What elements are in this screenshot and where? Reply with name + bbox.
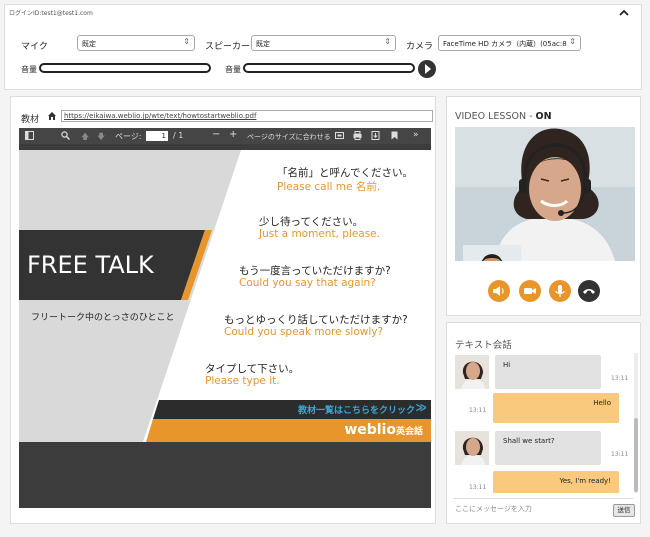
slide-page: FREE TALK フリートーク中のとっさのひとこと 「名前」と呼んでください。… bbox=[19, 150, 431, 442]
tools-menu-icon[interactable]: » bbox=[413, 130, 419, 140]
page-total: / 1 bbox=[173, 131, 184, 140]
phrase-en: Please call me 名前. bbox=[277, 181, 381, 193]
weblio-logo: weblio英会話 bbox=[344, 422, 423, 438]
search-icon[interactable] bbox=[61, 131, 70, 142]
mic-volume-label: 音量 bbox=[21, 65, 37, 74]
print-icon[interactable] bbox=[353, 131, 362, 142]
teacher-video-image bbox=[455, 127, 635, 261]
material-list-link[interactable]: 教材一覧はこちらをクリック bbox=[298, 403, 415, 416]
presentation-icon[interactable] bbox=[335, 131, 344, 142]
pdf-toolbar: 🡅 🡇 ページ: 1 / 1 − + ページのサイズに合わせる » bbox=[19, 128, 431, 144]
phrase-en: Could you say that again? bbox=[239, 277, 376, 289]
phrase-jp: もう一度言っていただけますか? bbox=[239, 265, 391, 277]
camera-label: カメラ bbox=[406, 42, 434, 52]
login-id: ログインID:test1@test1.com bbox=[9, 10, 93, 17]
page-number-input[interactable]: 1 bbox=[146, 131, 168, 141]
material-url-link[interactable]: https://eikaiwa.weblio.jp/wte/text/howto… bbox=[61, 110, 433, 122]
video-lesson-title: VIDEO LESSON - ON bbox=[455, 111, 552, 122]
speaker-icon bbox=[493, 286, 504, 296]
speaker-select-value: 既定 bbox=[256, 40, 270, 48]
mic-volume-meter bbox=[39, 63, 211, 73]
self-video-image bbox=[463, 245, 521, 261]
speaker-select[interactable]: 既定 ⇕ bbox=[251, 35, 396, 51]
select-arrows-icon: ⇕ bbox=[569, 37, 576, 46]
chat-message-teacher: Hi bbox=[495, 355, 601, 389]
chat-message-student: Yes, I'm ready! bbox=[493, 471, 619, 493]
mic-label: マイク bbox=[21, 42, 48, 52]
mic-select[interactable]: 既定 ⇕ bbox=[77, 35, 195, 51]
home-icon[interactable] bbox=[47, 111, 57, 124]
speaker-toggle-button[interactable] bbox=[488, 280, 510, 302]
play-test-sound-button[interactable] bbox=[418, 60, 436, 78]
chat-message-list[interactable]: Hi 13:11 13:11 Hello Shall we start? 13:… bbox=[451, 353, 637, 493]
select-arrows-icon: ⇕ bbox=[384, 37, 391, 46]
select-arrows-icon: ⇕ bbox=[183, 37, 190, 46]
phrase-en: Please type it. bbox=[205, 375, 280, 387]
camera-toggle-button[interactable] bbox=[519, 280, 541, 302]
speaker-volume-meter bbox=[243, 63, 415, 73]
text-chat-panel: テキスト会話 Hi 13:11 13:11 Hello Shall we sta… bbox=[446, 322, 641, 524]
camera-select[interactable]: FaceTime HD カメラ（内蔵）(05ac:8 ⇕ bbox=[438, 35, 581, 51]
microphone-toggle-button[interactable] bbox=[549, 280, 571, 302]
brand-name: weblio bbox=[344, 422, 396, 438]
message-time: 13:11 bbox=[469, 407, 487, 414]
slide-subtitle: フリートーク中のとっさのひとこと bbox=[31, 313, 175, 323]
phrase-jp: 少し待ってください。 bbox=[259, 216, 364, 228]
self-video bbox=[463, 245, 521, 261]
chat-message-teacher: Shall we start? bbox=[495, 431, 601, 465]
phrase-jp: タイプして下さい。 bbox=[205, 363, 300, 375]
microphone-icon bbox=[555, 285, 565, 297]
zoom-in-button[interactable]: + bbox=[229, 129, 237, 140]
message-time: 13:11 bbox=[611, 375, 629, 382]
zoom-select[interactable]: ページのサイズに合わせる bbox=[247, 132, 331, 142]
camera-icon bbox=[524, 288, 536, 294]
pdf-viewer: 🡅 🡇 ページ: 1 / 1 − + ページのサイズに合わせる » FREE T… bbox=[19, 128, 431, 508]
chat-message-input[interactable]: ここにメッセージを入力 bbox=[455, 504, 605, 514]
zoom-out-button[interactable]: − bbox=[212, 129, 220, 140]
phrase-jp: 「名前」と呼んでください。 bbox=[277, 167, 413, 179]
chat-title: テキスト会話 bbox=[455, 340, 512, 351]
chat-message-student: Hello bbox=[493, 393, 619, 423]
brand-sub: 英会話 bbox=[395, 427, 423, 437]
hangup-button[interactable] bbox=[578, 280, 600, 302]
camera-select-value: FaceTime HD カメラ（内蔵）(05ac:8 bbox=[443, 40, 567, 48]
phrase-en: Just a moment, please. bbox=[259, 228, 380, 240]
mic-select-value: 既定 bbox=[82, 40, 96, 48]
material-panel: 教材 https://eikaiwa.weblio.jp/wte/text/ho… bbox=[10, 96, 436, 524]
page-label: ページ: bbox=[115, 132, 142, 141]
speaker-volume-label: 音量 bbox=[225, 65, 241, 74]
double-chevron-right-icon[interactable]: ≫ bbox=[415, 401, 427, 414]
chat-scrollbar-thumb[interactable] bbox=[634, 418, 638, 492]
prev-page-icon[interactable]: 🡅 bbox=[81, 131, 89, 145]
next-page-icon[interactable]: 🡇 bbox=[97, 131, 105, 145]
sidebar-toggle-icon[interactable] bbox=[25, 131, 34, 142]
bookmark-icon[interactable] bbox=[391, 131, 398, 142]
message-time: 13:11 bbox=[611, 451, 629, 458]
teacher-avatar bbox=[455, 431, 489, 465]
download-icon[interactable] bbox=[371, 131, 380, 142]
teacher-avatar bbox=[455, 355, 489, 389]
chevron-up-icon[interactable] bbox=[619, 7, 629, 20]
send-button[interactable]: 送信 bbox=[613, 504, 635, 517]
message-time: 13:11 bbox=[469, 484, 487, 491]
video-lesson-panel: VIDEO LESSON - ON bbox=[446, 96, 641, 316]
video-title-prefix: VIDEO LESSON - bbox=[455, 111, 536, 122]
device-settings-panel: ログインID:test1@test1.com マイク 既定 ⇕ スピーカー 既定… bbox=[4, 4, 642, 90]
material-label: 教材 bbox=[21, 115, 40, 125]
phrase-jp: もっとゆっくり話していただけますか? bbox=[224, 314, 408, 326]
divider bbox=[453, 498, 633, 499]
teacher-video bbox=[455, 127, 635, 261]
video-status: ON bbox=[535, 111, 552, 122]
slide-title: FREE TALK bbox=[27, 251, 154, 279]
speaker-label: スピーカー bbox=[205, 42, 251, 52]
phrase-en: Could you speak more slowly? bbox=[224, 326, 384, 338]
hangup-icon bbox=[583, 289, 595, 294]
